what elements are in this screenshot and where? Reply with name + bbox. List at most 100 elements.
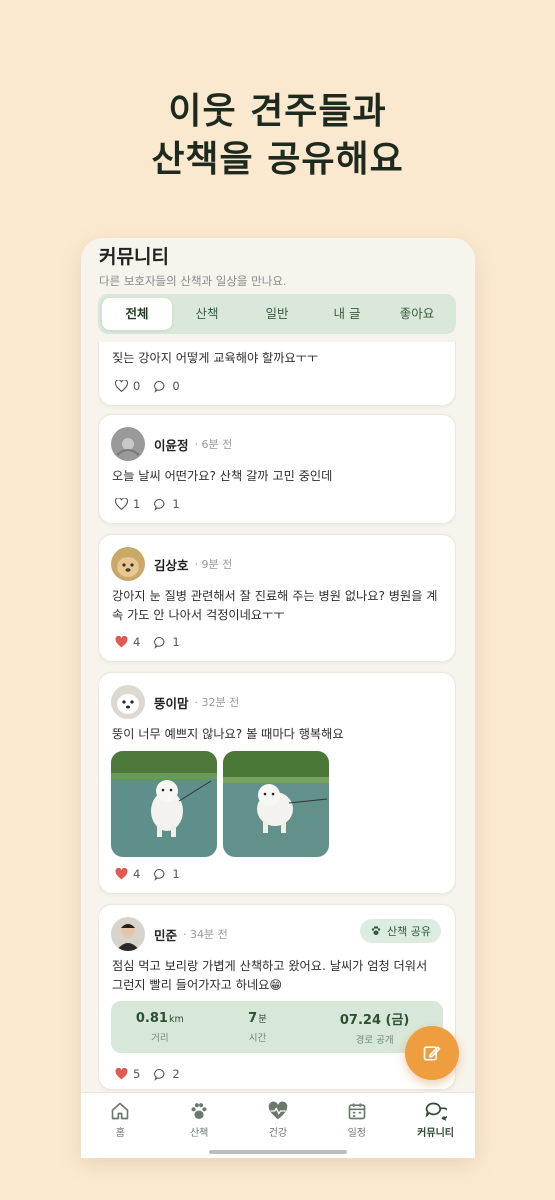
bottom-navigation: 홈 산책 건강 일정 커뮤니티: [81, 1092, 475, 1158]
comment-button[interactable]: 0: [154, 379, 180, 393]
like-button[interactable]: 1: [115, 497, 140, 511]
walk-time: 7분 시간: [209, 1011, 307, 1044]
comment-count: 1: [172, 497, 180, 511]
time-value: 7: [248, 1010, 258, 1026]
comment-icon: [154, 868, 165, 881]
hero-title: 이웃 견주들과 산책을 공유해요: [0, 88, 555, 184]
paw-icon: [191, 1103, 207, 1119]
write-post-button[interactable]: [405, 1026, 459, 1080]
nav-walk[interactable]: 산책: [160, 1093, 239, 1158]
avatar: [111, 547, 145, 581]
post-card[interactable]: 김상호 · 9분 전 강아지 눈 질병 관련해서 잘 진료해 주는 병원 없나요…: [98, 534, 456, 662]
nav-label: 커뮤니티: [417, 1128, 454, 1139]
like-button[interactable]: 4: [115, 867, 140, 881]
tab-walk[interactable]: 산책: [172, 298, 242, 330]
distance-label: 거리: [151, 1032, 169, 1044]
post-stats: 0 0: [115, 379, 194, 393]
post-time: · 32분 전: [194, 696, 240, 709]
post-photo[interactable]: [111, 751, 217, 857]
comment-icon: [154, 636, 165, 649]
like-count: 4: [133, 635, 141, 649]
chat-icon: [424, 1102, 447, 1121]
post-author-row: 민준 · 34분 전: [111, 917, 228, 951]
tab-general[interactable]: 일반: [242, 298, 312, 330]
home-indicator: [209, 1150, 347, 1154]
post-stats: 1 1: [115, 497, 194, 511]
post-author-row: 김상호 · 9분 전: [111, 547, 232, 581]
post-card[interactable]: 짖는 강아지 어떻게 교육해야 할까요ㅜㅜ 0 0: [98, 342, 456, 406]
post-card[interactable]: 뚱이맘 · 32분 전 뚱이 너무 예쁘지 않나요? 볼 때마다 행복해요 4 …: [98, 672, 456, 894]
tab-my-posts[interactable]: 내 글: [312, 298, 382, 330]
comment-button[interactable]: 1: [154, 497, 180, 511]
avatar: [111, 427, 145, 461]
author-name: 민준: [154, 927, 178, 943]
comment-button[interactable]: 2: [154, 1067, 180, 1081]
nav-health[interactable]: 건강: [239, 1093, 318, 1158]
post-card[interactable]: 이윤정 · 6분 전 오늘 날씨 어떤가요? 산책 갈까 고민 중인데 1 1: [98, 414, 456, 524]
badge-label: 산책 공유: [387, 925, 431, 938]
nav-label: 산책: [189, 1128, 209, 1139]
post-time: · 34분 전: [183, 928, 228, 941]
post-photo[interactable]: [223, 751, 329, 857]
post-card[interactable]: 민준 · 34분 전 산책 공유 점심 먹고 보리랑 가볍게 산책하고 왔어요.…: [98, 904, 456, 1090]
post-author-row: 뚱이맘 · 32분 전: [111, 685, 239, 719]
heart-filled-icon: [115, 868, 128, 880]
walk-summary[interactable]: 0.81km 거리 7분 시간 07.24 (금) 경로 공개: [111, 1001, 443, 1053]
date-value: 07.24 (금): [339, 1012, 410, 1028]
time-unit: 분: [258, 1013, 267, 1025]
nav-home[interactable]: 홈: [81, 1093, 160, 1158]
avatar: [111, 685, 145, 719]
post-text: 짖는 강아지 어떻게 교육해야 할까요ㅜㅜ: [112, 351, 319, 365]
like-count: 5: [133, 1067, 141, 1081]
comment-button[interactable]: 1: [154, 867, 180, 881]
page-subtitle: 다른 보호자들의 산책과 일상을 만나요.: [99, 274, 287, 288]
heart-pulse-icon: [268, 1101, 288, 1120]
post-stats: 4 1: [115, 867, 194, 881]
walk-share-badge: 산책 공유: [360, 919, 441, 943]
comment-button[interactable]: 1: [154, 635, 180, 649]
time-label: 시간: [248, 1032, 267, 1044]
nav-label: 건강: [268, 1128, 288, 1139]
post-feed[interactable]: 짖는 강아지 어떻게 교육해야 할까요ㅜㅜ 0 0 이윤정 · 6분 전 오늘 …: [98, 342, 456, 1092]
comment-count: 0: [172, 379, 180, 393]
post-stats: 4 1: [115, 635, 194, 649]
comment-count: 1: [172, 867, 180, 881]
post-text: 강아지 눈 질병 관련해서 잘 진료해 주는 병원 없나요? 병원을 계속 가도…: [112, 589, 438, 622]
comment-count: 1: [172, 635, 180, 649]
edit-icon: [423, 1046, 441, 1061]
heart-outline-icon: [115, 498, 128, 510]
nav-schedule[interactable]: 일정: [317, 1093, 396, 1158]
comment-icon: [154, 498, 165, 511]
comment-icon: [154, 1068, 165, 1081]
walk-distance: 0.81km 거리: [111, 1011, 209, 1044]
distance-value: 0.81: [135, 1010, 168, 1026]
like-button[interactable]: 5: [115, 1067, 140, 1081]
post-text: 오늘 날씨 어떤가요? 산책 갈까 고민 중인데: [112, 469, 333, 483]
avatar: [111, 917, 145, 951]
nav-label: 일정: [347, 1128, 366, 1139]
post-time: · 6분 전: [194, 438, 233, 451]
phone-screen: 커뮤니티 다른 보호자들의 산책과 일상을 만나요. 전체 산책 일반 내 글 …: [81, 238, 475, 1158]
heart-filled-icon: [115, 636, 128, 648]
post-text: 점심 먹고 보리랑 가볍게 산책하고 왔어요. 날씨가 엄청 더워서 그런지 빨…: [112, 959, 428, 992]
calendar-icon: [348, 1103, 366, 1120]
filter-tabs: 전체 산책 일반 내 글 좋아요: [98, 294, 456, 334]
like-button[interactable]: 0: [115, 379, 140, 393]
hero-line-1: 이웃 견주들과: [168, 91, 387, 132]
like-count: 1: [133, 497, 141, 511]
comment-icon: [154, 380, 165, 393]
post-stats: 5 2: [115, 1067, 194, 1081]
post-time: · 9분 전: [194, 558, 233, 571]
page-title: 커뮤니티: [99, 246, 169, 268]
post-author-row: 이윤정 · 6분 전: [111, 427, 232, 461]
like-button[interactable]: 4: [115, 635, 140, 649]
author-name: 이윤정: [154, 437, 189, 453]
tab-all[interactable]: 전체: [102, 298, 172, 330]
hero-line-2: 산책을 공유해요: [151, 139, 404, 180]
like-count: 4: [133, 867, 141, 881]
nav-community[interactable]: 커뮤니티: [396, 1093, 475, 1158]
tab-likes[interactable]: 좋아요: [382, 298, 452, 330]
heart-filled-icon: [115, 1068, 128, 1080]
comment-count: 2: [172, 1067, 180, 1081]
page-header: 커뮤니티 다른 보호자들의 산책과 일상을 만나요.: [99, 242, 287, 289]
